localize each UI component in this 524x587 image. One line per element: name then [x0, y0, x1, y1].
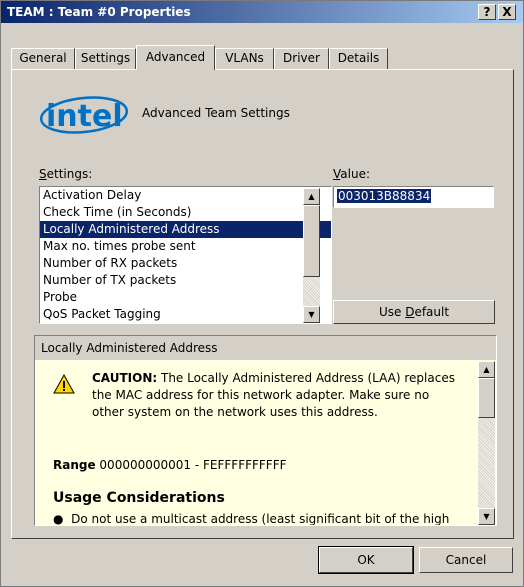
- scroll-down-button[interactable]: ▼: [478, 508, 495, 525]
- settings-scrollbar[interactable]: ▲ ▼: [303, 188, 320, 323]
- value-text: 003013B88834: [337, 189, 432, 203]
- scroll-thumb[interactable]: [478, 378, 495, 418]
- intel-logo-text: intel: [46, 99, 123, 134]
- properties-dialog: TEAM : Team #0 Properties ? X General Se…: [0, 0, 524, 587]
- tab-general[interactable]: General: [11, 48, 75, 69]
- title-bar: TEAM : Team #0 Properties ? X: [1, 1, 523, 23]
- usage-bullet: ● Do not use a multicast address (least …: [53, 512, 450, 526]
- list-item[interactable]: Activation Delay: [40, 187, 331, 204]
- scroll-down-button[interactable]: ▼: [303, 306, 320, 323]
- scroll-up-button[interactable]: ▲: [478, 361, 495, 378]
- tab-details[interactable]: Details: [329, 48, 388, 69]
- settings-listbox[interactable]: Activation Delay Check Time (in Seconds)…: [39, 186, 332, 324]
- caution-text: CAUTION: The Locally Administered Addres…: [92, 371, 455, 419]
- warning-icon: [53, 374, 75, 394]
- scroll-thumb[interactable]: [303, 205, 320, 277]
- list-item[interactable]: Max no. times probe sent: [40, 238, 331, 255]
- description-header: Locally Administered Address: [34, 335, 497, 361]
- list-item[interactable]: Probe: [40, 289, 331, 306]
- list-item[interactable]: Number of RX packets: [40, 255, 331, 272]
- cancel-button[interactable]: Cancel: [419, 547, 513, 573]
- list-item[interactable]: QoS Packet Tagging: [40, 306, 331, 323]
- list-item[interactable]: Check Time (in Seconds): [40, 204, 331, 221]
- scroll-up-button[interactable]: ▲: [303, 188, 320, 205]
- tab-driver[interactable]: Driver: [274, 48, 329, 69]
- list-item[interactable]: Number of TX packets: [40, 272, 331, 289]
- description-box: CAUTION: The Locally Administered Addres…: [34, 360, 497, 526]
- value-input[interactable]: 003013B88834: [333, 186, 494, 208]
- help-button[interactable]: ?: [478, 4, 496, 20]
- advanced-panel: intel Advanced Team Settings Settings: V…: [11, 69, 514, 539]
- use-default-button[interactable]: Use Default: [333, 300, 495, 324]
- ok-button[interactable]: OK: [318, 546, 414, 574]
- tab-settings[interactable]: Settings: [75, 48, 136, 69]
- value-label: Value:: [333, 167, 370, 181]
- settings-label: Settings:: [39, 167, 93, 181]
- list-item-selected[interactable]: Locally Administered Address: [40, 221, 331, 238]
- intel-logo: intel: [39, 96, 129, 134]
- close-button[interactable]: X: [498, 4, 516, 20]
- range-text: Range 000000000001 - FEFFFFFFFFFF: [53, 458, 287, 472]
- tab-advanced[interactable]: Advanced: [136, 45, 215, 70]
- advanced-settings-heading: Advanced Team Settings: [142, 106, 290, 120]
- window-title: TEAM : Team #0 Properties: [7, 5, 191, 19]
- tab-vlans[interactable]: VLANs: [215, 48, 274, 69]
- description-scrollbar[interactable]: ▲ ▼: [478, 361, 495, 525]
- usage-considerations-title: Usage Considerations: [53, 490, 225, 506]
